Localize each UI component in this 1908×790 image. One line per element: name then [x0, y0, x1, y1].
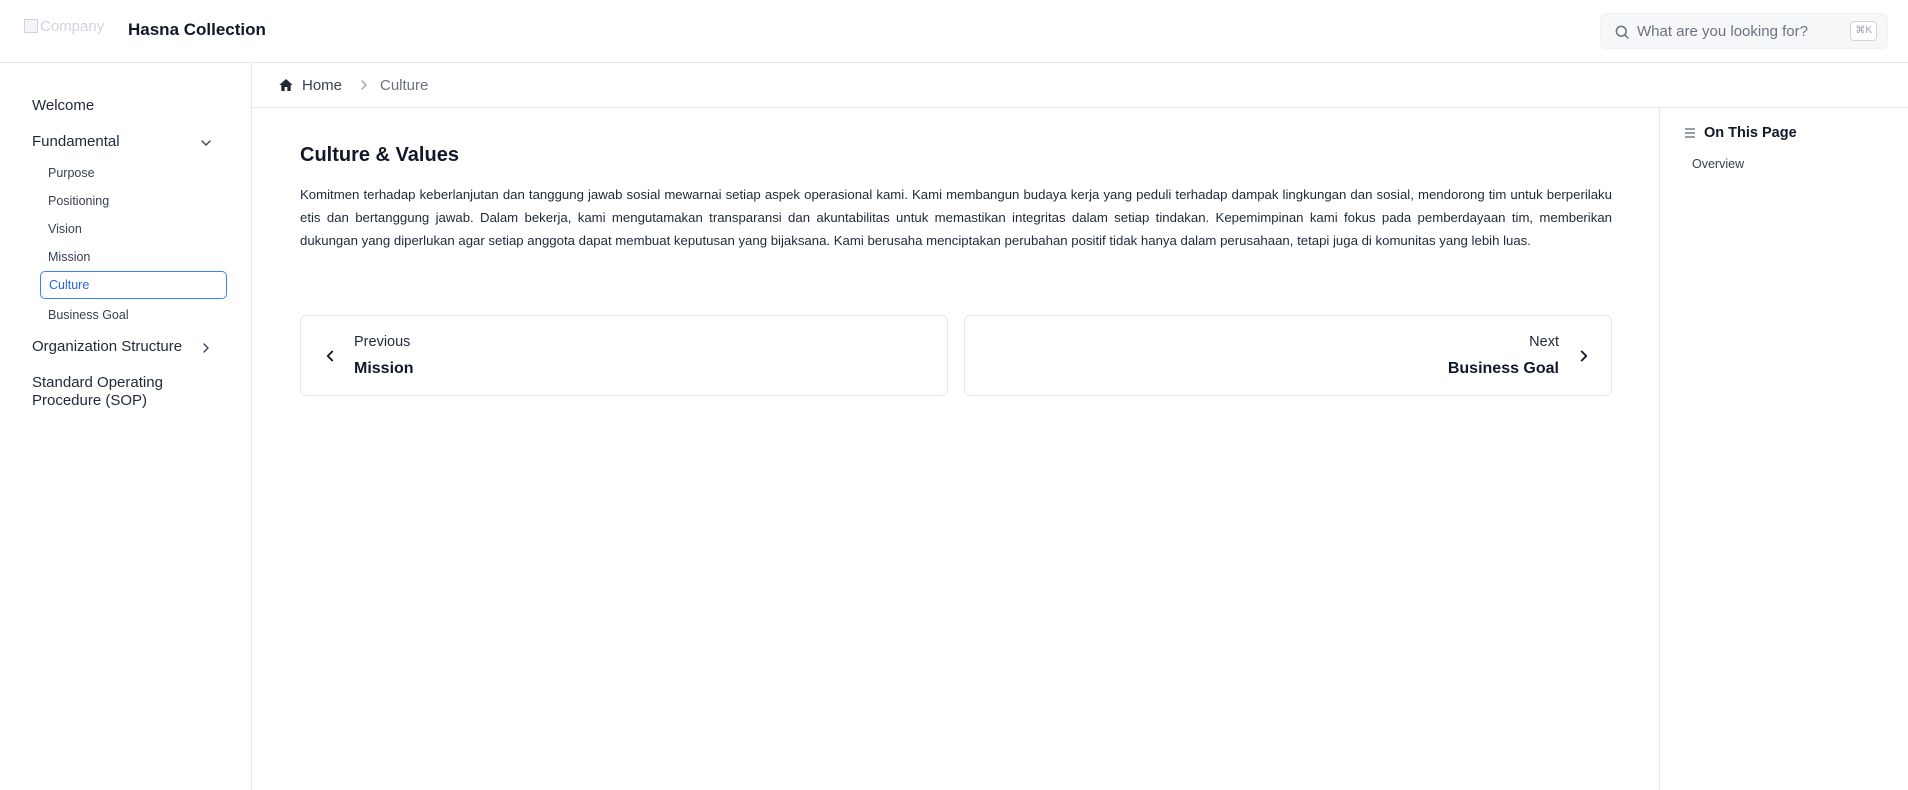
previous-title: Mission: [354, 360, 414, 377]
sidebar-item-organization-structure[interactable]: Organization Structure: [32, 338, 182, 355]
sidebar-item-business-goal[interactable]: Business Goal: [48, 308, 129, 322]
page-title: Culture & Values: [300, 144, 459, 166]
brand-name[interactable]: Hasna Collection: [128, 20, 266, 40]
chevron-right-icon: [1580, 350, 1588, 362]
breadcrumb-current: Culture: [380, 77, 429, 94]
chevron-left-icon: [326, 350, 334, 362]
next-page-button[interactable]: Next Business Goal: [964, 315, 1612, 396]
previous-label: Previous: [354, 334, 411, 350]
sidebar-item-fundamental[interactable]: Fundamental: [32, 133, 120, 150]
sidebar-item-mission[interactable]: Mission: [48, 250, 90, 264]
breadcrumb: Home Culture: [252, 63, 1908, 108]
chevron-right-icon: [361, 80, 367, 90]
sidebar-item-sop[interactable]: Standard Operating Procedure (SOP): [32, 374, 163, 409]
sidebar-item-label: Culture: [49, 278, 90, 292]
sidebar-item-welcome[interactable]: Welcome: [32, 97, 94, 114]
toc-item-overview[interactable]: Overview: [1692, 157, 1744, 171]
search-icon: [1615, 25, 1629, 39]
sop-line-1: Standard Operating: [32, 374, 163, 391]
search-box[interactable]: ⌘K: [1600, 13, 1888, 49]
sidebar-item-vision[interactable]: Vision: [48, 222, 82, 236]
toc-title: On This Page: [1704, 125, 1797, 141]
next-title: Business Goal: [1447, 360, 1559, 377]
on-this-page-panel: On This Page Overview: [1659, 108, 1908, 790]
breadcrumb-home[interactable]: Home: [302, 77, 342, 94]
keyboard-shortcut-badge: ⌘K: [1850, 21, 1877, 41]
next-label: Next: [1529, 334, 1559, 350]
chevron-down-icon[interactable]: [198, 135, 214, 151]
previous-page-button[interactable]: Previous Mission: [300, 315, 948, 396]
list-icon: [1685, 128, 1695, 138]
sidebar-nav: Welcome Fundamental Purpose Positioning …: [0, 63, 252, 790]
sop-line-2: Procedure (SOP): [32, 392, 148, 409]
top-header: Company Hasna Collection ⌘K: [0, 0, 1908, 63]
page-body-text: Komitmen terhadap keberlanjutan dan tang…: [300, 187, 1612, 248]
sidebar-item-positioning[interactable]: Positioning: [48, 194, 109, 208]
chevron-right-icon[interactable]: [198, 340, 214, 356]
broken-image-icon: [24, 19, 38, 33]
search-input[interactable]: [1637, 14, 1837, 48]
logo-alt-text: Company: [40, 18, 105, 35]
company-logo[interactable]: Company: [24, 17, 108, 37]
sidebar-item-purpose[interactable]: Purpose: [48, 166, 95, 180]
home-icon[interactable]: [278, 77, 294, 93]
sidebar-item-culture[interactable]: Culture: [40, 271, 227, 299]
